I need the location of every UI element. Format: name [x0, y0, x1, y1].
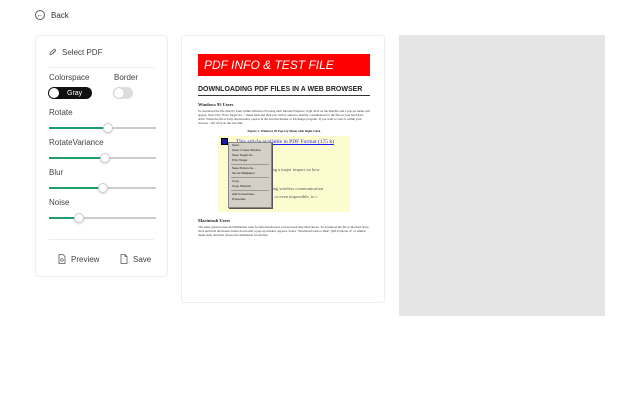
- blur-slider[interactable]: [49, 183, 156, 193]
- pdf-page: PDF INFO & TEST FILE DOWNLOADING PDF FIL…: [198, 54, 370, 237]
- border-switch[interactable]: [113, 87, 133, 99]
- slider-thumb[interactable]: [73, 213, 84, 223]
- pdf-preview: PDF INFO & TEST FILE DOWNLOADING PDF FIL…: [181, 35, 385, 303]
- menu-separator: [231, 190, 269, 191]
- pdf-file-icon: [221, 138, 228, 145]
- pdf-section-title: Macintosh Users: [198, 218, 231, 223]
- slider-thumb[interactable]: [102, 123, 113, 133]
- save-label: Save: [133, 254, 152, 264]
- pdf-figure-text: h, or even impossible, to c: [270, 194, 318, 199]
- switch-knob: [114, 88, 124, 98]
- back-button[interactable]: ← Back: [35, 10, 69, 20]
- paperclip-icon: [49, 48, 56, 55]
- document-icon: [120, 254, 128, 264]
- rotate-slider[interactable]: [49, 123, 156, 133]
- colorspace-toggle[interactable]: Gray: [48, 87, 92, 99]
- save-button[interactable]: Save: [120, 254, 151, 264]
- menu-item: Set as Wallpaper: [232, 171, 255, 175]
- pdf-banner: PDF INFO & TEST FILE: [198, 54, 370, 76]
- back-label: Back: [51, 10, 69, 20]
- slider-thumb[interactable]: [97, 183, 108, 193]
- blur-label: Blur: [49, 168, 64, 177]
- preview-button[interactable]: Preview: [58, 254, 99, 264]
- pdf-figure-text: ting a major impact on how: [270, 167, 320, 172]
- pdf-figure-text: iling wireless communication: [270, 186, 324, 191]
- pdf-paragraph: The same general rules and limitations e…: [198, 225, 370, 237]
- noise-slider[interactable]: [49, 213, 156, 223]
- menu-item: Print Target: [232, 158, 248, 162]
- rotate-variance-label: RotateVariance: [49, 138, 104, 147]
- slider-thumb[interactable]: [99, 153, 110, 163]
- toggle-knob: [49, 88, 59, 98]
- settings-panel: Select PDF Colorspace Border Gray Rotate…: [35, 35, 168, 277]
- preview-label: Preview: [71, 254, 100, 264]
- menu-item: Properties: [232, 197, 246, 201]
- pdf-heading: DOWNLOADING PDF FILES IN A WEB BROWSER: [198, 86, 370, 96]
- colorspace-label: Colorspace: [49, 73, 90, 82]
- menu-item: Copy Shortcut: [232, 184, 252, 188]
- divider: [49, 239, 154, 240]
- context-menu: Open Open in New Window Save Target As..…: [228, 142, 272, 208]
- rotate-variance-slider[interactable]: [49, 153, 156, 163]
- rotate-label: Rotate: [49, 108, 73, 117]
- arrow-left-icon: ←: [35, 10, 45, 20]
- border-label: Border: [114, 73, 139, 82]
- select-pdf-button[interactable]: Select PDF: [49, 48, 102, 57]
- divider: [49, 67, 154, 68]
- pdf-figure-caption: Figure 1. Windows 95 Pop-Up Menu with Ri…: [247, 129, 321, 133]
- result-canvas: [399, 35, 605, 316]
- noise-label: Noise: [49, 198, 70, 207]
- menu-separator: [231, 164, 269, 165]
- colorspace-value: Gray: [67, 89, 83, 97]
- pdf-paragraph: To download the file directly from withi…: [198, 109, 370, 125]
- select-pdf-label: Select PDF: [62, 48, 103, 57]
- pdf-figure: This article available in PDF Format (17…: [218, 136, 350, 212]
- document-search-icon: [58, 254, 66, 264]
- pdf-section-title: Windows 95 Users: [198, 102, 234, 107]
- menu-separator: [231, 177, 269, 178]
